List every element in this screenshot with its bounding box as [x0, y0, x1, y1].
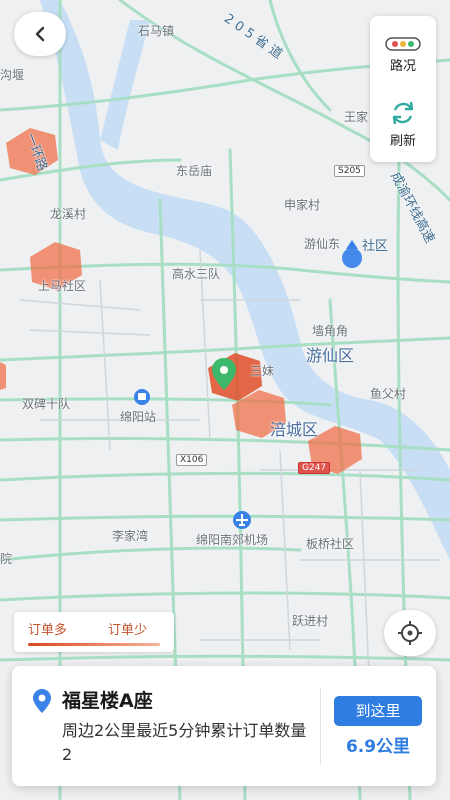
map-label-goutang: 沟堰	[0, 68, 25, 82]
map-label-shangmashequ: 上马社区	[38, 279, 87, 293]
refresh-icon	[392, 101, 414, 125]
district-label-fuchengqu: 涪城区	[270, 420, 319, 439]
map-label-longxicun: 龙溪村	[50, 207, 87, 221]
map-control-panel: 路况 刷新	[370, 16, 436, 162]
map-label-shuangbeishidui: 双碑十队	[22, 397, 71, 411]
map-label-yuan: 院	[0, 552, 13, 566]
map-label-lijiawan: 李家湾	[112, 529, 149, 543]
map-label-gaoshuisandui: 高水三队	[172, 267, 221, 281]
heat-hex	[0, 362, 6, 390]
road-shield-g247: G247	[298, 462, 331, 474]
card-divider	[320, 688, 321, 764]
crosshair-icon	[398, 621, 422, 645]
map-label-airport: 绵阳南郊机场	[196, 533, 269, 547]
traffic-label: 路况	[389, 59, 416, 74]
map-label-yufucun: 鱼父村	[370, 387, 407, 401]
location-pin-icon	[33, 689, 51, 713]
traffic-button[interactable]: 路况	[370, 36, 436, 74]
map-label-mianyangzhan: 绵阳站	[120, 410, 157, 424]
legend-more-label: 订单多	[28, 623, 68, 638]
navigate-here-button[interactable]: 到这里	[334, 696, 422, 726]
airport-icon	[233, 511, 251, 529]
chevron-left-icon	[35, 26, 45, 42]
map-label-shimazhen: 石马镇	[138, 24, 175, 38]
map-label-xiaomei: 三妹	[250, 364, 275, 378]
refresh-label: 刷新	[389, 134, 416, 149]
distance-value: 6.9公里	[345, 737, 411, 757]
map-label-qiangjiajiao: 墙角角	[312, 324, 349, 338]
train-station-icon	[134, 389, 150, 405]
map-label-yuejincun: 跃进村	[292, 614, 329, 628]
district-label-youxianqu: 游仙区	[306, 346, 355, 365]
refresh-button[interactable]: 刷新	[370, 100, 436, 149]
back-button[interactable]	[14, 12, 66, 56]
map-label-wangjia: 王家	[344, 110, 369, 124]
order-density-legend: 订单多 订单少	[14, 612, 174, 652]
legend-less-label: 订单少	[108, 623, 148, 638]
map-label-shenjiacun: 申家村	[284, 198, 321, 212]
locate-button[interactable]	[384, 610, 436, 656]
road-shield-s205: S205	[334, 165, 365, 177]
legend-gradient-bar	[28, 643, 160, 646]
traffic-light-icon	[385, 37, 421, 51]
map-label-dongyuemiao: 东岳庙	[176, 164, 213, 178]
map-label-youxiandong: 游仙东	[304, 237, 341, 251]
order-count-description: 周边2公里最近5分钟累计订单数量2	[62, 721, 307, 764]
place-title: 福星楼A座	[62, 690, 153, 712]
road-label-shequ: 社区	[362, 239, 389, 254]
location-info-card: 福星楼A座 周边2公里最近5分钟累计订单数量2 到这里 6.9公里	[12, 666, 436, 786]
road-shield-x106: X106	[176, 454, 208, 466]
map-label-banqiaoshequ: 板桥社区	[306, 537, 355, 551]
